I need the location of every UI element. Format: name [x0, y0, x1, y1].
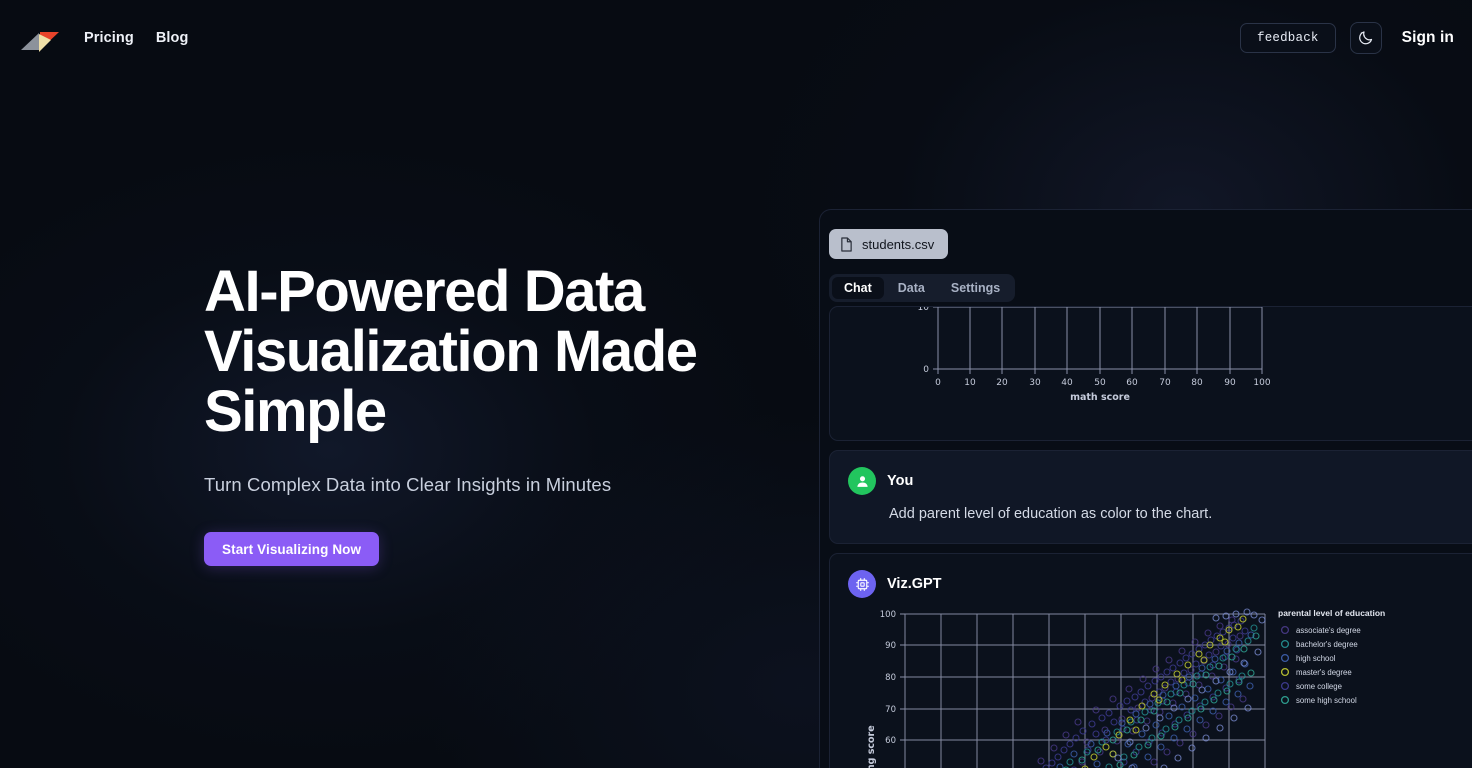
message-header: You	[830, 451, 1472, 495]
svg-text:60: 60	[1126, 378, 1138, 388]
sign-in-link[interactable]: Sign in	[1402, 29, 1454, 47]
chart-top-partial: 20 10 0	[830, 306, 1472, 440]
y-tick-90: 90	[885, 641, 896, 651]
message-text: Add parent level of education as color t…	[889, 506, 1213, 522]
file-document-icon	[841, 236, 852, 252]
user-person-icon	[856, 475, 868, 487]
hero-title-line-2: Visualization Made	[204, 319, 698, 385]
message-author: Viz.GPT	[887, 576, 942, 593]
svg-text:20: 20	[996, 378, 1008, 388]
scatter-points	[1037, 608, 1266, 768]
y-tick-100: 100	[880, 610, 896, 620]
chip-icon	[855, 577, 869, 591]
legend-label-4: some college	[1296, 682, 1342, 691]
feedback-button[interactable]: feedback	[1240, 22, 1336, 53]
page-root: Pricing Blog feedback Sign in AI-Powered…	[0, 0, 1472, 768]
app-preview-panel: students.csv Chat Data Settings 10 0 0 1…	[819, 209, 1472, 768]
page-title: AI-Powered Data Visualization Made Simpl…	[204, 259, 764, 445]
legend-label-1: bachelor's degree	[1296, 640, 1358, 649]
nav-link-pricing[interactable]: Pricing	[84, 30, 134, 46]
svg-text:70: 70	[1159, 378, 1171, 388]
panel-tabs: Chat Data Settings	[829, 274, 1016, 302]
svg-text:0: 0	[935, 378, 941, 388]
svg-text:100: 100	[1253, 378, 1270, 388]
svg-text:40: 40	[1061, 378, 1073, 388]
chart-top-svg: 20 10 0	[918, 306, 1271, 403]
chart-bottom-svg: 100 90 80 70 60 50 reading score	[866, 608, 1385, 768]
chat-message-assistant-1: 20 10 0	[829, 306, 1472, 441]
tab-settings[interactable]: Settings	[939, 277, 1012, 299]
y-tick-10: 10	[918, 306, 930, 313]
theme-toggle-button[interactable]	[1349, 21, 1382, 54]
y-tick-0: 0	[923, 365, 929, 375]
hero-section: AI-Powered Data Visualization Made Simpl…	[204, 259, 764, 567]
file-tab-bar: students.csv	[820, 210, 1472, 259]
chart-bottom-ylabel: reading score	[866, 725, 877, 768]
logo-icon	[21, 31, 59, 52]
y-tick-70: 70	[885, 705, 896, 715]
legend-label-5: some high school	[1296, 696, 1357, 705]
chart-bottom-scatter: 100 90 80 70 60 50 reading score	[830, 602, 1472, 768]
legend-title: parental level of education	[1278, 608, 1385, 618]
svg-text:80: 80	[1191, 378, 1203, 388]
message-author: You	[887, 473, 914, 489]
hero-title-line-1: AI-Powered Data	[204, 259, 645, 324]
start-visualizing-button[interactable]: Start Visualizing Now	[204, 532, 380, 567]
chat-message-user: You Add parent level of education as col…	[829, 450, 1472, 545]
tab-chat[interactable]: Chat	[832, 277, 884, 299]
svg-text:10: 10	[964, 378, 976, 388]
file-tab-label: students.csv	[862, 236, 935, 252]
chat-message-assistant-2: Viz.GPT 100 90 80 70 60 reading score pa…	[829, 553, 1472, 768]
file-tab-students-csv[interactable]: students.csv	[829, 229, 949, 259]
avatar	[848, 570, 876, 599]
y-tick-60: 60	[885, 736, 896, 746]
logo[interactable]	[18, 19, 62, 59]
chat-message-list[interactable]: 20 10 0	[820, 306, 1472, 768]
legend-label-3: master's degree	[1296, 668, 1352, 677]
svg-text:90: 90	[1224, 378, 1236, 388]
nav-links: Pricing Blog	[84, 30, 188, 46]
moon-stars-icon	[1359, 31, 1373, 45]
svg-text:30: 30	[1029, 378, 1041, 388]
avatar	[848, 467, 876, 495]
nav-actions: feedback Sign in	[1240, 21, 1472, 54]
nav-link-blog[interactable]: Blog	[156, 30, 189, 46]
hero-title-line-3: Simple	[204, 379, 387, 445]
legend-label-2: high school	[1296, 654, 1336, 663]
legend-label-0: associate's degree	[1296, 626, 1361, 635]
chart-top-xlabel: math score	[1070, 392, 1130, 403]
svg-text:50: 50	[1094, 378, 1106, 388]
chart-legend: parental level of education associate's …	[1278, 608, 1385, 705]
top-navbar: Pricing Blog feedback Sign in	[0, 0, 1472, 75]
hero-subtitle: Turn Complex Data into Clear Insights in…	[204, 474, 612, 496]
message-header: Viz.GPT	[830, 554, 1472, 599]
y-tick-80: 80	[885, 673, 896, 683]
tab-data[interactable]: Data	[886, 277, 937, 299]
